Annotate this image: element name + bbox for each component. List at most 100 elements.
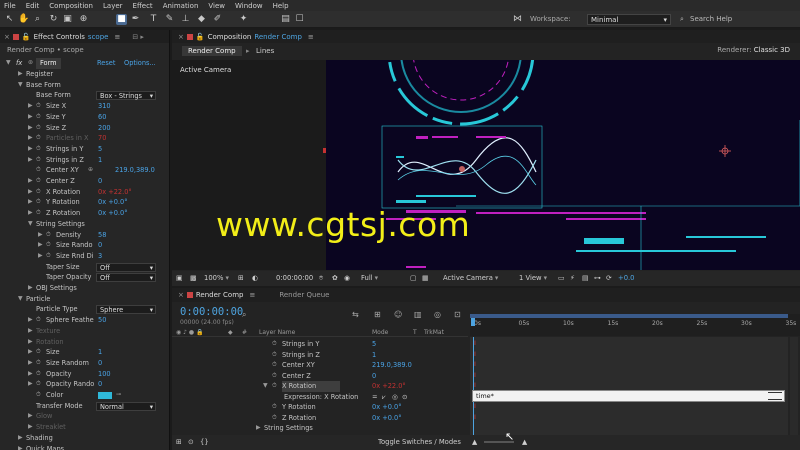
stopwatch-icon[interactable]: ⏱ xyxy=(272,371,277,382)
stopwatch-icon[interactable]: ⏱ xyxy=(272,413,277,424)
twirl-right-icon[interactable]: ▶ xyxy=(28,155,33,166)
subtab-lines[interactable]: Lines xyxy=(250,46,280,56)
current-time[interactable]: 0:00:00:00 xyxy=(276,274,313,282)
menu-animation[interactable]: Animation xyxy=(163,2,199,10)
fit-icon[interactable]: ▩ xyxy=(190,274,196,282)
expression-resize-handle[interactable] xyxy=(768,392,782,400)
twirl-right-icon[interactable]: ▶ xyxy=(256,423,261,434)
color-swatch[interactable] xyxy=(98,392,112,399)
property-row[interactable]: ▶ ⏱ Size Z 200 xyxy=(0,123,170,134)
stopwatch-icon[interactable]: ⏱ xyxy=(36,197,41,208)
timeline-property-value[interactable]: 0 xyxy=(372,371,376,382)
region-of-interest-icon[interactable]: ▢ xyxy=(410,274,416,282)
layer-name-column[interactable]: Layer Name xyxy=(259,329,295,336)
property-dropdown[interactable]: Off ▾ xyxy=(96,262,156,272)
stopwatch-icon[interactable]: ⏱ xyxy=(272,339,277,350)
expression-enable-icon[interactable]: = xyxy=(372,392,378,403)
timeline-property-row[interactable]: ⏱ Center XY 219.0,389.0 xyxy=(172,360,468,371)
snapping-checkbox-icon[interactable]: ☐ xyxy=(294,14,305,25)
mode-column[interactable]: Mode xyxy=(372,329,388,336)
twirl-down-icon[interactable]: ▼ xyxy=(6,58,11,69)
search-help[interactable]: ⌕ Search Help xyxy=(680,13,796,26)
graph-icon[interactable]: ⩗ xyxy=(382,392,386,403)
keyframe-marker-icon[interactable]: I xyxy=(474,339,477,347)
composition-tab[interactable]: × 🔓 Composition Render Comp ≡ xyxy=(172,33,320,41)
property-row[interactable]: ▶ ⏱ Size Y 60 xyxy=(0,112,170,123)
stopwatch-icon[interactable]: ⏱ xyxy=(36,369,41,380)
render-queue-tab[interactable]: Render Queue xyxy=(273,291,335,299)
property-value[interactable]: 70 xyxy=(98,133,106,144)
property-row[interactable]: ▶ ⏱ Z Rotation 0x +0.0° xyxy=(0,208,170,219)
rectangle-tool-icon[interactable]: ■ xyxy=(116,14,127,25)
twirl-right-icon[interactable]: ▶ xyxy=(28,411,33,422)
zoom-tool-icon[interactable]: ⌕ xyxy=(32,14,43,25)
twirl-right-icon[interactable]: ▶ xyxy=(28,208,33,219)
clone-tool-icon[interactable]: ⊥ xyxy=(180,14,191,25)
twirl-down-icon[interactable]: ▼ xyxy=(18,80,23,91)
property-dropdown[interactable]: Normal ▾ xyxy=(96,401,156,411)
workspace-select[interactable]: Minimal ▾ xyxy=(587,14,671,25)
graph-editor-icon[interactable]: ⊡ xyxy=(454,310,461,319)
stopwatch-icon[interactable]: ⏱ xyxy=(36,101,41,112)
property-value[interactable]: 310 xyxy=(98,101,111,112)
property-row[interactable]: Taper Size Off ▾ xyxy=(0,262,170,273)
panel-menu-icon[interactable]: ≡ xyxy=(249,291,255,299)
stopwatch-icon[interactable]: ⏱ xyxy=(36,379,41,390)
property-row[interactable]: ▶ ⏱ Opacity 100 xyxy=(0,369,170,380)
timeline-property-row[interactable]: ⏱ Strings in Z 1 xyxy=(172,350,468,361)
expression-menu-icon[interactable]: ⊙ xyxy=(402,392,408,403)
stopwatch-icon[interactable]: ⏱ xyxy=(36,165,41,176)
rotate-tool-icon[interactable]: ↻ xyxy=(48,14,59,25)
stopwatch-icon[interactable]: ⏱ xyxy=(46,230,51,241)
close-icon[interactable]: × xyxy=(178,33,184,41)
stopwatch-icon[interactable]: ⏱ xyxy=(272,381,277,392)
lock-icon[interactable]: 🔓 xyxy=(196,33,205,41)
exposure-value[interactable]: +0.0 xyxy=(618,274,635,282)
stopwatch-icon[interactable]: ⏱ xyxy=(36,187,41,198)
selection-tool-icon[interactable]: ↖ xyxy=(4,14,15,25)
resolution-select[interactable]: Full ▾ xyxy=(361,274,378,282)
property-row[interactable]: ⏱ Center XY ⊕ 219.0,389.0 xyxy=(0,165,170,176)
property-value[interactable]: 0x +0.0° xyxy=(98,197,128,208)
keyframe-marker-icon[interactable]: I xyxy=(474,413,477,421)
twirl-right-icon[interactable]: ▶ xyxy=(28,176,33,187)
property-value[interactable]: 0 xyxy=(98,379,102,390)
property-dropdown[interactable]: Sphere ▾ xyxy=(96,305,156,315)
twirl-right-icon[interactable]: ▶ xyxy=(28,422,33,433)
panel-menu-icon[interactable]: ≡ xyxy=(114,33,120,41)
stopwatch-icon[interactable]: ⏱ xyxy=(46,240,51,251)
menu-edit[interactable]: Edit xyxy=(26,2,40,10)
expression-field[interactable]: time* xyxy=(472,390,785,402)
timeline-property-value[interactable]: 0x +0.0° xyxy=(372,413,402,424)
menu-composition[interactable]: Composition xyxy=(49,2,93,10)
grid-overlay-icon[interactable]: ⊞ xyxy=(238,274,244,282)
views-select[interactable]: 1 View ▾ xyxy=(519,274,547,282)
property-row[interactable]: ▼ String Settings xyxy=(0,219,170,230)
crosshair-icon[interactable]: ⊕ xyxy=(88,165,93,176)
property-row[interactable]: ▶ ⏱ Center Z 0 xyxy=(0,176,170,187)
flowchart-icon[interactable]: ⊶ xyxy=(594,274,601,282)
property-row[interactable]: ▶ ⏱ Size X 310 xyxy=(0,101,170,112)
close-icon[interactable]: × xyxy=(4,33,10,41)
timeline-property-value[interactable]: 5 xyxy=(372,339,376,350)
twirl-right-icon[interactable]: ▶ xyxy=(28,358,33,369)
mask-visibility-icon[interactable]: ◐ xyxy=(252,274,258,282)
twirl-right-icon[interactable]: ▶ xyxy=(28,187,33,198)
stopwatch-icon[interactable]: ⏱ xyxy=(36,133,41,144)
property-value[interactable]: 0 xyxy=(98,176,102,187)
snap-icon[interactable]: ▤ xyxy=(280,14,291,25)
roto-brush-tool-icon[interactable]: ✐ xyxy=(212,14,223,25)
property-value[interactable]: 1 xyxy=(98,347,102,358)
stopwatch-icon[interactable]: ⏱ xyxy=(36,208,41,219)
camera-tool-icon[interactable]: ▣ xyxy=(62,14,73,25)
menu-window[interactable]: Window xyxy=(235,2,263,10)
type-tool-icon[interactable]: T xyxy=(148,14,159,25)
twirl-right-icon[interactable]: ▶ xyxy=(28,379,33,390)
playhead-icon[interactable] xyxy=(471,318,475,326)
property-value[interactable]: 50 xyxy=(98,315,106,326)
eyedropper-icon[interactable]: ⊸ xyxy=(116,390,121,401)
toggle-switches-modes[interactable]: Toggle Switches / Modes xyxy=(378,438,461,446)
twirl-down-icon[interactable]: ▼ xyxy=(18,294,23,305)
property-dropdown[interactable]: Box - Strings ▾ xyxy=(96,91,156,101)
twirl-right-icon[interactable]: ▶ xyxy=(38,240,43,251)
